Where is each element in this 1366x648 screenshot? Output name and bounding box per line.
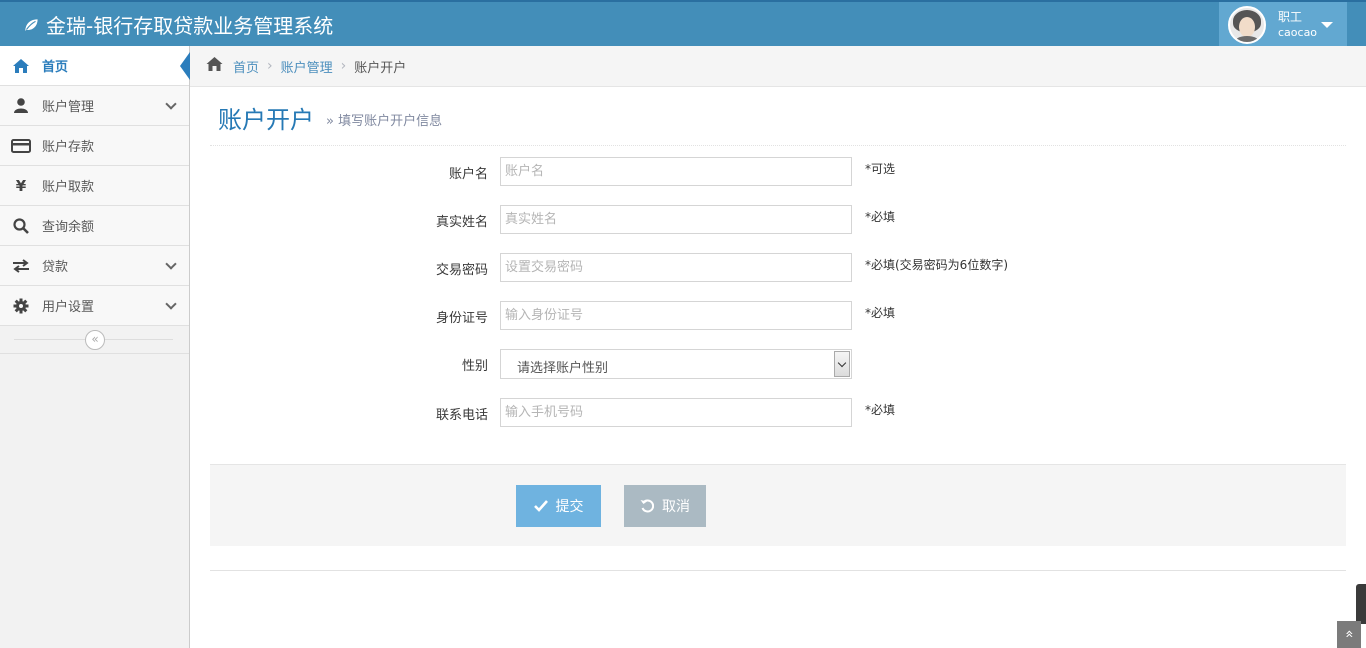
- sidebar-item-label: 查询余额: [42, 220, 95, 235]
- brand[interactable]: 金瑞-银行存取贷款业务管理系统: [22, 10, 333, 39]
- phone-help: *必填: [865, 403, 896, 417]
- real-name-label: 真实姓名: [435, 215, 488, 230]
- form-row-real-name: 真实姓名 *必填: [210, 205, 1346, 235]
- password-input[interactable]: [500, 253, 852, 282]
- sidebar-item-label: 账户存款: [42, 140, 95, 155]
- divider: [210, 570, 1346, 571]
- yen-icon: ¥: [15, 176, 27, 195]
- sidebar-item-loan[interactable]: 贷款: [0, 246, 189, 286]
- gender-select-value: 请选择账户性别: [517, 361, 609, 376]
- id-number-help: *必填: [865, 306, 896, 320]
- breadcrumb-home-link[interactable]: 首页: [233, 57, 259, 76]
- id-number-input[interactable]: [500, 301, 852, 330]
- user-icon: [0, 98, 42, 113]
- user-name: caocao: [1278, 26, 1318, 39]
- avatar: [1228, 6, 1266, 44]
- gear-icon: [0, 298, 42, 314]
- sidebar-item-balance[interactable]: 查询余额: [0, 206, 189, 246]
- sidebar-item-user-settings[interactable]: 用户设置: [0, 286, 189, 326]
- app-title: 金瑞-银行存取贷款业务管理系统: [46, 14, 334, 38]
- top-navbar: 金瑞-银行存取贷款业务管理系统 职工 caocao: [0, 0, 1366, 48]
- phone-label: 联系电话: [435, 408, 488, 423]
- password-help: *必填(交易密码为6位数字): [865, 258, 1008, 272]
- cancel-label: 取消: [662, 498, 690, 514]
- form-row-gender: 性别 请选择账户性别: [210, 349, 1346, 379]
- form-row-id-number: 身份证号 *必填: [210, 301, 1346, 331]
- home-icon: [206, 57, 223, 75]
- check-icon: [533, 500, 548, 512]
- leaf-icon: [24, 17, 39, 34]
- submit-label: 提交: [555, 498, 584, 514]
- double-chevron-up-icon: »: [1340, 629, 1357, 639]
- gender-label: 性别: [461, 359, 488, 374]
- credit-card-icon: [0, 138, 42, 153]
- submit-button[interactable]: 提交: [516, 485, 601, 527]
- scroll-to-top-button[interactable]: »: [1337, 621, 1361, 648]
- form-row-account-name: 账户名 *可选: [210, 157, 1346, 187]
- real-name-help: *必填: [865, 210, 896, 224]
- page-subtitle: » 填写账户开户信息: [326, 114, 443, 129]
- chevron-down-icon[interactable]: [834, 351, 850, 377]
- password-label: 交易密码: [435, 263, 488, 278]
- sidebar-item-label: 账户取款: [42, 180, 95, 195]
- account-name-help: *可选: [865, 162, 896, 176]
- sidebar-item-label: 首页: [42, 60, 69, 75]
- breadcrumb-current: 账户开户: [354, 60, 407, 76]
- id-number-label: 身份证号: [435, 311, 488, 326]
- breadcrumb: 首页 › 账户管理 › 账户开户: [190, 46, 1366, 87]
- sidebar-item-label: 账户管理: [42, 100, 95, 115]
- user-role: 职工: [1278, 10, 1303, 24]
- page-header: 账户开户 » 填写账户开户信息: [210, 88, 1346, 146]
- form-row-phone: 联系电话 *必填: [210, 398, 1346, 428]
- exchange-icon: [0, 258, 42, 273]
- home-icon: [0, 58, 42, 73]
- account-name-label: 账户名: [448, 167, 488, 182]
- caret-down-icon: [1321, 22, 1333, 28]
- user-menu[interactable]: 职工 caocao: [1219, 2, 1347, 48]
- sidebar-item-home[interactable]: 首页: [0, 46, 190, 86]
- sidebar-item-withdraw[interactable]: ¥ 账户取款: [0, 166, 189, 206]
- page-title: 账户开户: [218, 106, 314, 134]
- form-row-password: 交易密码 *必填(交易密码为6位数字): [210, 253, 1346, 283]
- chevron-right-icon: ›: [340, 58, 347, 74]
- sidebar-item-label: 用户设置: [42, 300, 95, 315]
- double-chevron-left-icon[interactable]: «: [85, 330, 105, 350]
- real-name-input[interactable]: [500, 205, 852, 234]
- search-icon: [0, 217, 42, 234]
- phone-input[interactable]: [500, 398, 852, 427]
- form-actions: 提交 取消: [210, 464, 1346, 546]
- gender-select[interactable]: 请选择账户性别: [500, 349, 852, 379]
- account-name-input[interactable]: [500, 157, 852, 186]
- sidebar-item-deposit[interactable]: 账户存款: [0, 126, 189, 166]
- breadcrumb-section-link[interactable]: 账户管理: [281, 57, 333, 76]
- undo-icon: [640, 499, 654, 513]
- sidebar: 首页 账户管理 账户存款 ¥ 账户取款 查询余额 贷款 用户设置 «: [0, 46, 190, 648]
- chevron-down-icon: [165, 298, 177, 310]
- chevron-down-icon: [165, 258, 177, 270]
- side-widget[interactable]: [1356, 584, 1366, 624]
- sidebar-item-account-management[interactable]: 账户管理: [0, 86, 189, 126]
- sidebar-collapse: «: [0, 326, 189, 354]
- sidebar-item-label: 贷款: [42, 260, 69, 275]
- cancel-button[interactable]: 取消: [624, 485, 706, 527]
- chevron-right-icon: ›: [267, 58, 273, 74]
- chevron-down-icon: [165, 98, 177, 110]
